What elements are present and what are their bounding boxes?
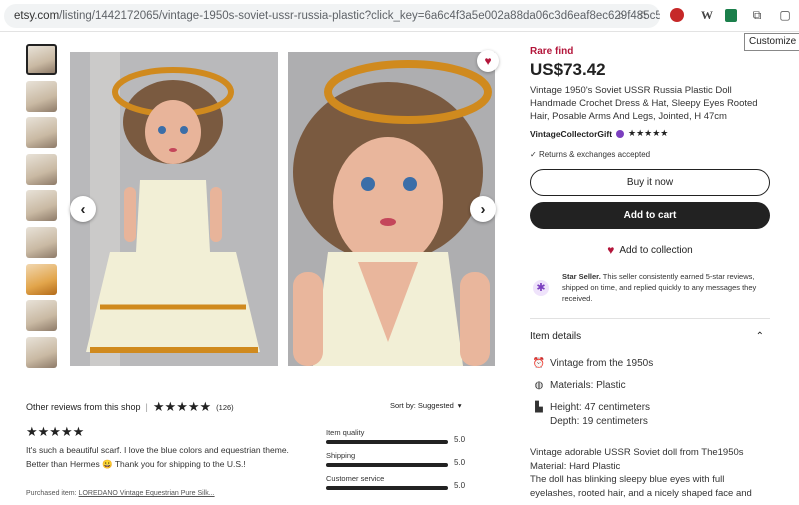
add-to-cart-button[interactable]: Add to cart xyxy=(530,202,770,229)
purchased-item-link[interactable]: LOREDANO Vintage Equestrian Pure Silk... xyxy=(79,490,215,497)
desc-line: eyelashes, rooted hair, and a nicely sha… xyxy=(530,487,752,499)
price: US$73.42 xyxy=(530,60,606,79)
materials-icon: ◍ xyxy=(534,380,544,391)
chevron-left-icon: ‹ xyxy=(80,200,86,218)
star-seller-badge-icon xyxy=(616,129,625,138)
shop-name[interactable]: VintageCollectorGift xyxy=(530,129,612,139)
shop-info: VintageCollectorGift ★★★★★ xyxy=(530,128,770,139)
returns-note: ✓ Returns & exchanges accepted xyxy=(530,150,770,159)
thumbnail-image[interactable] xyxy=(26,80,57,112)
star-seller-title: Star Seller. xyxy=(562,272,601,281)
reviews-header: Other reviews from this shop | ★★★★★ (12… xyxy=(26,399,234,415)
listing-title: Vintage 1950's Soviet USSR Russia Plasti… xyxy=(530,85,758,122)
detail-vintage: ⏰ Vintage from the 1950s xyxy=(532,358,653,369)
extension-red-icon[interactable] xyxy=(668,6,686,24)
rating-item-quality: Item quality 5.0 xyxy=(326,428,476,444)
desc-line: Vintage adorable USSR Soviet doll from T… xyxy=(530,447,744,458)
rating-shipping: Shipping 5.0 xyxy=(326,451,476,467)
extension-w-icon[interactable]: W xyxy=(698,6,716,24)
chevron-up-icon: ⌃ xyxy=(755,331,764,342)
heart-icon: ♥ xyxy=(607,243,615,257)
address-bar[interactable]: etsy.com/listing/1442172065/vintage-1950… xyxy=(4,4,660,28)
heart-icon: ♥ xyxy=(484,54,492,68)
check-icon: ✓ xyxy=(530,150,537,159)
rating-bar xyxy=(326,486,448,490)
returns-text: Returns & exchanges accepted xyxy=(538,150,651,159)
rare-find-label: Rare find xyxy=(530,46,574,57)
item-details-header[interactable]: Item details ⌃ xyxy=(530,331,770,342)
alarm-clock-icon: ⏰ xyxy=(532,358,546,369)
detail-depth: Depth: 19 centimeters xyxy=(550,416,648,427)
extension-green-icon[interactable] xyxy=(722,6,740,24)
thumbnail-image[interactable] xyxy=(26,190,57,222)
reviews-heading: Other reviews from this shop xyxy=(26,402,141,412)
ruler-icon: ▙ xyxy=(535,402,543,413)
detail-height-text: Height: 47 centimeters xyxy=(550,402,651,413)
thumbnail-image[interactable] xyxy=(26,300,57,332)
detail-height: ▙ Height: 47 centimeters xyxy=(532,402,650,413)
purchased-label: Purchased item: xyxy=(26,490,77,497)
listing-photo-doll-closeup xyxy=(288,52,495,366)
item-description: Vintage adorable USSR Soviet doll from T… xyxy=(530,446,770,500)
separator: | xyxy=(145,402,148,412)
rating-bar-fill xyxy=(326,440,448,444)
listing-photo-full-doll xyxy=(70,52,278,366)
chevron-right-icon: › xyxy=(480,200,486,218)
detail-depth-text: Depth: 19 centimeters xyxy=(550,416,648,427)
thumbnail-image[interactable] xyxy=(26,117,57,149)
bookmark-star-icon[interactable]: ☆ xyxy=(634,6,652,24)
detail-vintage-text: Vintage from the 1950s xyxy=(550,358,654,369)
shop-rating-stars: ★★★★★ xyxy=(628,128,669,138)
url-path: /listing/1442172065/vintage-1950s-soviet… xyxy=(59,10,660,22)
rating-value: 5.0 xyxy=(454,435,466,444)
thumbnail-image[interactable] xyxy=(26,153,57,185)
review-stars: ★★★★★ xyxy=(26,424,85,439)
thumbnail-image[interactable] xyxy=(26,226,57,258)
rating-bar-fill xyxy=(326,463,448,467)
thumbnail-strip xyxy=(26,44,59,373)
thumbnail-image[interactable] xyxy=(26,336,57,368)
caret-down-icon: ▾ xyxy=(457,401,462,410)
add-collection-label: Add to collection xyxy=(619,244,693,256)
purchased-item: Purchased item: LOREDANO Vintage Equestr… xyxy=(26,490,215,497)
desc-line: Material: Hard Plastic xyxy=(530,460,621,472)
review-count: (126) xyxy=(216,402,234,412)
star-seller-icon: ✱ xyxy=(530,278,552,298)
rating-value: 5.0 xyxy=(454,458,466,467)
thumbnail-image[interactable] xyxy=(26,44,57,75)
rating-bar xyxy=(326,440,448,444)
rating-value: 5.0 xyxy=(454,481,466,490)
sort-label: Sort by: Suggested xyxy=(390,401,454,410)
rating-bar-fill xyxy=(326,486,448,490)
next-image-button[interactable]: › xyxy=(470,196,496,222)
search-icon[interactable]: ⌕ xyxy=(612,6,630,24)
prev-image-button[interactable]: ‹ xyxy=(70,196,96,222)
star-seller-note: Star Seller. This seller consistently ea… xyxy=(562,271,772,304)
browser-toolbar: etsy.com/listing/1442172065/vintage-1950… xyxy=(0,0,799,32)
rating-bar xyxy=(326,463,448,467)
buy-now-button[interactable]: Buy it now xyxy=(530,169,770,196)
puzzle-extensions-icon[interactable]: ⧉ xyxy=(748,6,766,24)
rating-customer-service: Customer service 5.0 xyxy=(326,474,476,490)
side-panel-icon[interactable]: ▢ xyxy=(776,6,794,24)
shop-review-stars: ★★★★★ xyxy=(152,399,212,414)
desc-line: The doll has blinking sleepy blue eyes w… xyxy=(530,474,725,485)
sort-dropdown[interactable]: Sort by: Suggested ▾ xyxy=(390,401,462,410)
item-details-heading: Item details xyxy=(530,331,582,342)
divider xyxy=(530,318,770,319)
url-domain: etsy.com xyxy=(14,10,60,22)
thumbnail-image[interactable] xyxy=(26,263,57,295)
detail-materials-text: Materials: Plastic xyxy=(550,380,626,391)
review-text: It's such a beautiful scarf. I love the … xyxy=(26,445,289,469)
add-to-collection-button[interactable]: ♥ Add to collection xyxy=(530,243,770,257)
favorite-button[interactable]: ♥ xyxy=(477,50,499,72)
detail-materials: ◍ Materials: Plastic xyxy=(532,380,626,391)
